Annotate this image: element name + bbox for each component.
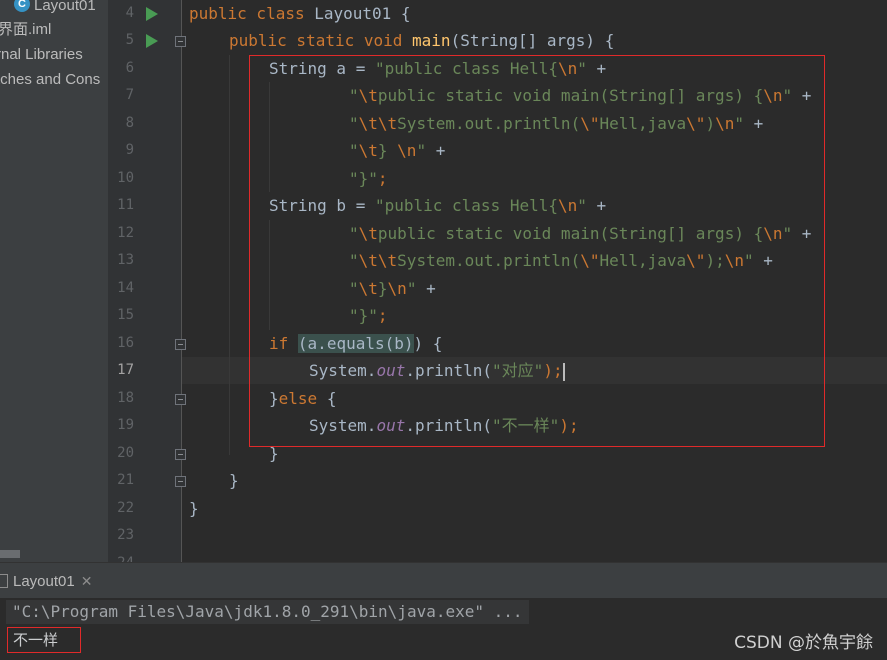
line-number: 13 — [117, 252, 134, 268]
line-number: 16 — [117, 335, 134, 351]
code-line: } — [229, 471, 239, 490]
project-item-label: Layout01 — [34, 0, 96, 14]
run-tab-label: Layout01 — [13, 573, 75, 590]
annotation-box — [249, 55, 825, 447]
run-tab[interactable]: Layout01 ✕ — [0, 563, 92, 599]
line-number: 15 — [117, 307, 134, 323]
line-number: 7 — [125, 87, 134, 103]
class-icon: C — [14, 0, 30, 13]
line-number: 23 — [117, 527, 134, 543]
line-number: 6 — [125, 60, 134, 76]
line-number: 9 — [125, 142, 134, 158]
watermark: CSDN @於魚宇餘 — [734, 633, 873, 653]
indent-guide — [229, 55, 230, 455]
line-number: 4 — [125, 5, 134, 21]
line-number: 8 — [125, 115, 134, 131]
line-number: 14 — [117, 280, 134, 296]
line-number: 20 — [117, 445, 134, 461]
close-icon[interactable]: ✕ — [81, 573, 93, 589]
console-command-line[interactable]: "C:\Program Files\Java\jdk1.8.0_291\bin\… — [6, 600, 529, 624]
project-item-layout01[interactable]: C Layout01 — [14, 0, 96, 18]
line-number: 11 — [117, 197, 134, 213]
code-line: public class Layout01 { — [189, 4, 411, 23]
line-number: 18 — [117, 390, 134, 406]
console-output: 不一样 — [7, 627, 81, 653]
line-number: 19 — [117, 417, 134, 433]
line-number: 12 — [117, 225, 134, 241]
project-panel: C Layout01 界面.iml rnal Libraries tches an… — [0, 0, 108, 562]
line-number: 22 — [117, 500, 134, 516]
run-tool-header: Layout01 ✕ — [0, 562, 887, 598]
project-item-external-libraries[interactable]: rnal Libraries — [0, 42, 83, 67]
line-number-current: 17 — [117, 362, 134, 378]
project-item-scratches[interactable]: tches and Cons — [0, 67, 100, 92]
run-class-icon[interactable] — [146, 7, 158, 21]
code-line: public static void main(String[] args) { — [229, 31, 615, 50]
line-number: 5 — [125, 32, 134, 48]
project-item-iml[interactable]: 界面.iml — [0, 17, 51, 42]
line-number: 21 — [117, 472, 134, 488]
line-number: 10 — [117, 170, 134, 186]
run-console[interactable]: "C:\Program Files\Java\jdk1.8.0_291\bin\… — [0, 598, 887, 660]
code-line: } — [189, 499, 199, 518]
line-number: 24 — [108, 550, 134, 562]
sidebar-scrollbar[interactable] — [0, 550, 20, 558]
run-config-icon — [0, 574, 8, 589]
run-main-icon[interactable] — [146, 34, 158, 48]
